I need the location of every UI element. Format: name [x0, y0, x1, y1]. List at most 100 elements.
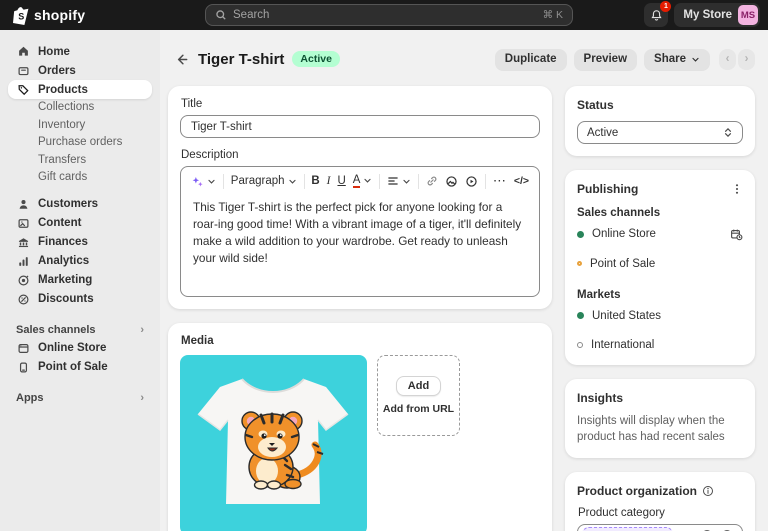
kebab-menu-icon[interactable] — [731, 183, 743, 195]
product-organization-title: Product organization — [577, 483, 697, 498]
next-product-button[interactable]: › — [738, 48, 755, 70]
sales-channels-subhead: Sales channels — [577, 207, 661, 219]
store-name: My Store — [683, 9, 732, 21]
inactive-status-dot — [577, 341, 583, 348]
sales-channels-section[interactable]: Sales channels › — [8, 321, 152, 339]
more-formatting-button[interactable]: ⋯ — [493, 173, 507, 189]
product-category-label: Product category — [578, 506, 665, 519]
insights-card: Insights Insights will display when the … — [565, 378, 755, 458]
chevron-down-icon — [208, 179, 215, 184]
finances-icon — [16, 236, 30, 249]
text-color-button[interactable]: A — [352, 174, 373, 189]
media-label: Media — [181, 335, 214, 347]
status-select[interactable]: Active — [577, 121, 743, 144]
sidebar-item-customers[interactable]: Customers — [8, 195, 152, 214]
chevron-right-icon: › — [140, 391, 144, 404]
insert-video-button[interactable] — [465, 175, 478, 188]
product-category-input[interactable]: Shirts & Tops — [577, 523, 743, 531]
sidebar-item-analytics[interactable]: Analytics — [8, 252, 152, 271]
previous-product-button[interactable]: ‹ — [719, 48, 736, 70]
sidebar-item-finances[interactable]: Finances — [8, 233, 152, 252]
svg-text:S: S — [18, 11, 24, 21]
search-input[interactable]: Search ⌘ K — [205, 4, 573, 26]
magic-text-button[interactable] — [191, 175, 216, 188]
page-title: Tiger T-shirt — [198, 50, 285, 68]
media-add-dropzone[interactable]: Add Add from URL — [377, 355, 460, 436]
description-editor: Paragraph B I U A ⋯ </> This Tiger T-shi… — [180, 166, 540, 297]
sidebar-item-online-store[interactable]: Online Store — [8, 339, 152, 358]
show-html-button[interactable]: </> — [514, 175, 529, 187]
topbar: S shopify Search ⌘ K 1 My Store MS — [0, 0, 768, 30]
underline-button[interactable]: U — [337, 175, 345, 187]
sidebar-item-orders[interactable]: Orders — [8, 61, 152, 80]
sidebar-item-transfers[interactable]: Transfers — [8, 152, 152, 170]
product-image-tiger-tshirt[interactable] — [180, 355, 367, 531]
add-from-url-button[interactable]: Add from URL — [383, 403, 454, 415]
duplicate-button[interactable]: Duplicate — [494, 48, 567, 70]
page-header: Tiger T-shirt Active Duplicate Preview S… — [170, 48, 755, 70]
play-circle-icon — [466, 175, 477, 187]
sidebar-item-inventory[interactable]: Inventory — [8, 117, 152, 135]
chevron-down-icon — [692, 57, 699, 62]
store-menu-button[interactable]: My Store MS — [674, 3, 760, 27]
product-organization-card: Product organization Product category Sh… — [565, 471, 755, 531]
sidebar-item-products[interactable]: Products — [8, 80, 152, 99]
search-shortcut: ⌘ K — [542, 9, 563, 21]
insights-title: Insights — [577, 390, 624, 405]
media-card: Media Add Add from URL — [168, 323, 552, 531]
search-placeholder: Search — [233, 9, 270, 21]
shopify-bag-icon: S — [12, 6, 29, 25]
orders-icon — [16, 64, 30, 77]
sidebar-item-content[interactable]: Content — [8, 214, 152, 233]
sidebar-item-collections[interactable]: Collections — [8, 99, 152, 117]
notifications-button[interactable]: 1 — [644, 1, 672, 27]
sidebar-item-gift-cards[interactable]: Gift cards — [8, 169, 152, 187]
calendar-clock-icon — [731, 229, 743, 240]
title-label: Title — [181, 98, 203, 110]
toolbar-divider — [418, 173, 420, 189]
apps-section[interactable]: Apps › — [8, 389, 152, 407]
italic-button[interactable]: I — [327, 175, 331, 187]
toolbar-divider — [303, 173, 305, 189]
discounts-icon — [16, 293, 30, 306]
analytics-icon — [16, 255, 30, 268]
chevron-right-icon: › — [140, 323, 144, 336]
channel-row-point-of-sale: Point of Sale — [577, 249, 743, 278]
link-icon — [427, 176, 437, 186]
sidebar-item-marketing[interactable]: Marketing — [8, 271, 152, 290]
info-icon[interactable] — [702, 485, 714, 497]
schedule-button[interactable] — [730, 228, 743, 241]
toolbar-divider — [379, 173, 381, 189]
back-button[interactable] — [170, 48, 192, 70]
category-chip[interactable]: Shirts & Tops — [582, 526, 673, 531]
bold-button[interactable]: B — [311, 175, 319, 187]
title-input[interactable] — [180, 115, 540, 138]
sidebar-item-purchase-orders[interactable]: Purchase orders — [8, 134, 152, 152]
status-card-title: Status — [577, 98, 614, 112]
insert-link-button[interactable] — [426, 175, 438, 187]
active-status-dot — [577, 230, 584, 238]
description-textarea[interactable]: This Tiger T-shirt is the perfect pick f… — [181, 191, 539, 296]
online-store-icon — [16, 342, 30, 355]
share-button[interactable]: Share — [644, 48, 710, 70]
sidebar-item-discounts[interactable]: Discounts — [8, 290, 152, 309]
chevron-down-icon — [288, 179, 296, 184]
alignment-button[interactable] — [387, 175, 411, 187]
insert-image-button[interactable] — [445, 175, 458, 188]
market-row-international: International — [577, 330, 743, 353]
status-badge: Active — [292, 51, 340, 67]
sidebar-item-home[interactable]: Home — [8, 42, 152, 61]
shopify-logo-text: shopify — [34, 7, 86, 23]
search-icon — [215, 9, 227, 21]
add-media-button[interactable]: Add — [395, 376, 442, 396]
preview-button[interactable]: Preview — [573, 48, 638, 70]
status-card: Status Active — [565, 86, 755, 156]
sidebar-item-point-of-sale[interactable]: Point of Sale — [8, 358, 152, 377]
notification-badge: 1 — [660, 1, 672, 12]
attention-status-dot — [577, 261, 582, 266]
markets-subhead: Markets — [577, 289, 621, 301]
chevron-down-icon — [403, 179, 410, 184]
paragraph-style-dropdown[interactable]: Paragraph — [231, 175, 297, 187]
shopify-logo[interactable]: S shopify — [0, 6, 85, 25]
customers-icon — [16, 198, 30, 211]
